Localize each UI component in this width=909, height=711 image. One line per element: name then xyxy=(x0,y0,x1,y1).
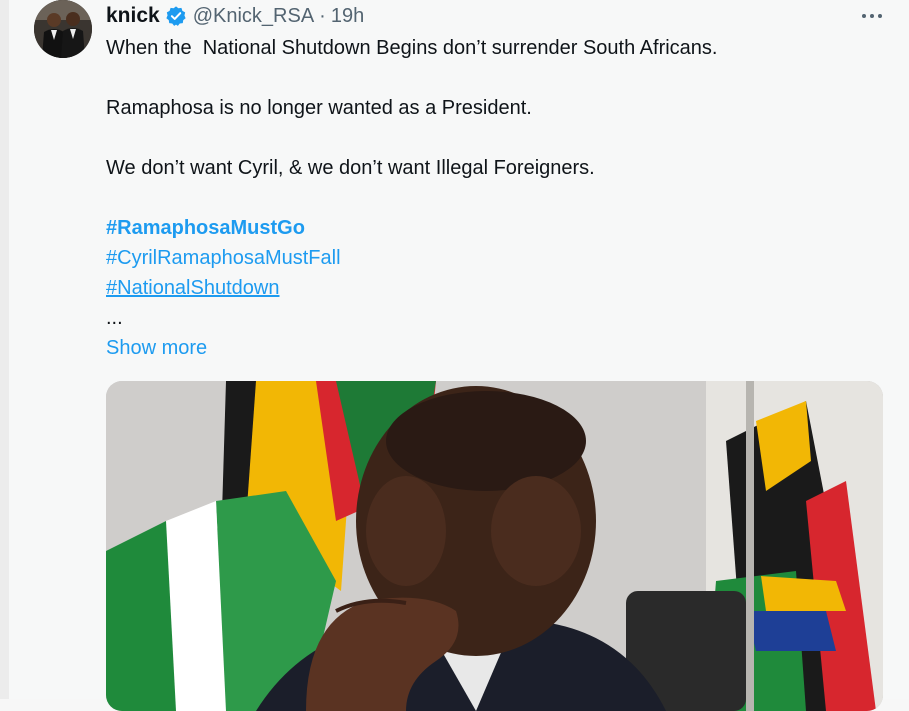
tweet-text: When the National Shutdown Begins don’t … xyxy=(106,33,886,363)
hashtag-cyrilramaphosamustfall[interactable]: #CyrilRamaphosaMustFall xyxy=(106,247,341,269)
media-photo xyxy=(106,381,883,711)
timestamp[interactable]: 19h xyxy=(331,5,364,28)
truncation-ellipsis: ... xyxy=(106,307,123,329)
tweet-line-2: Ramaphosa is no longer wanted as a Presi… xyxy=(106,97,532,119)
hashtag-ramaphosamustgo[interactable]: #RamaphosaMustGo xyxy=(106,217,305,239)
more-horizontal-icon xyxy=(862,14,882,18)
tweet-media-image[interactable] xyxy=(106,381,883,711)
hashtag-nationalshutdown[interactable]: #NationalShutdown xyxy=(106,277,279,299)
user-handle[interactable]: @Knick_RSA xyxy=(193,5,314,28)
tweet-card[interactable]: knick @Knick_RSA · 19h When the National… xyxy=(9,0,909,711)
tweet-line-1: When the National Shutdown Begins don’t … xyxy=(106,37,718,59)
avatar[interactable] xyxy=(34,0,92,58)
separator-dot: · xyxy=(319,4,326,27)
tweet-header: knick @Knick_RSA · 19h xyxy=(106,2,364,30)
page-edge xyxy=(0,0,9,699)
verified-badge-icon xyxy=(165,5,187,27)
more-options-button[interactable] xyxy=(857,4,887,28)
tweet-line-3: We don’t want Cyril, & we don’t want Ill… xyxy=(106,157,595,179)
show-more-link[interactable]: Show more xyxy=(106,337,207,359)
display-name[interactable]: knick xyxy=(106,4,160,28)
avatar-photo xyxy=(34,0,92,58)
